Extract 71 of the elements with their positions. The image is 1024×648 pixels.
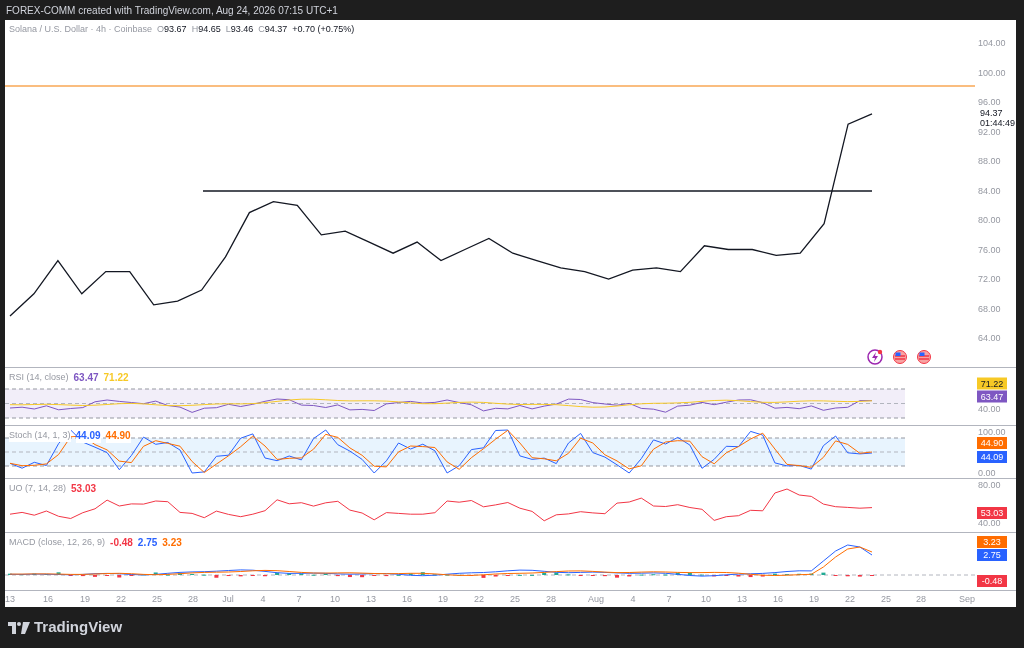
indicator-value: 44.09 <box>75 428 101 443</box>
axis-label: 19 <box>438 594 448 604</box>
axis-label: 7 <box>666 594 672 604</box>
ohlc-value: H94.65 <box>191 23 221 36</box>
axis-label: 13 <box>5 594 15 604</box>
axis-label: 40.00 <box>978 404 1001 414</box>
axis-label: 92.00 <box>978 126 1001 137</box>
axis-label: 10 <box>330 594 340 604</box>
axis-label: 16 <box>773 594 783 604</box>
axis-label: 25 <box>152 594 162 604</box>
axis-label: 28 <box>188 594 198 604</box>
axis-label: 72.00 <box>978 274 1001 284</box>
axis-label: 25 <box>510 594 520 604</box>
axis-label: 40.00 <box>978 518 1001 528</box>
axis-label: Aug <box>588 594 604 604</box>
indicator-value: 44.90 <box>105 428 131 443</box>
axis-label: 100.00 <box>978 67 1006 78</box>
attribution-text: FOREX-COMM created with TradingView.com, Aug 24, 2026 07:15 UTC+1 <box>6 3 338 18</box>
axis-label: 0.00 <box>978 468 996 478</box>
axis-label: 22 <box>845 594 855 604</box>
value-badge: 3.23 <box>977 536 1007 548</box>
ohlc-value: L93.46 <box>225 23 254 36</box>
axis-label: 22 <box>116 594 126 604</box>
indicator-title: RSI (14, close) <box>9 370 69 385</box>
flag-icon[interactable] <box>917 350 931 364</box>
value-badge: 44.09 <box>977 451 1007 463</box>
axis-label: 7 <box>296 594 302 604</box>
value-badge: -0.48 <box>977 575 1007 587</box>
value-badge: 53.03 <box>977 507 1007 519</box>
axis-label: 68.00 <box>978 303 1001 314</box>
price-change: +0.70 (+0.75%) <box>292 23 355 36</box>
countdown-label: 01:44:49 <box>980 118 1016 128</box>
brand-name: TradingView <box>34 617 123 638</box>
logo-icon <box>8 621 30 634</box>
symbol-title: Solana / U.S. Dollar · 4h · Coinbase <box>9 23 153 36</box>
value-badge: 44.90 <box>977 437 1007 449</box>
axis-label: 28 <box>546 594 556 604</box>
last-price-label: 94.37 <box>980 108 1004 118</box>
axis-label: 16 <box>402 594 412 604</box>
axis-label: 96.00 <box>978 97 1001 107</box>
axis-label: 76.00 <box>978 244 1001 255</box>
axis-label: 28 <box>916 594 926 604</box>
value-badge: 63.47 <box>977 390 1007 403</box>
lightning-icon[interactable] <box>867 349 883 365</box>
axis-label: Sep <box>959 594 975 604</box>
ohlc-value: C94.37 <box>258 23 288 36</box>
axis-label: 10 <box>701 594 711 604</box>
axis-label: 4 <box>260 594 266 604</box>
axis-label: 84.00 <box>978 185 1001 196</box>
axis-label: 100.00 <box>978 427 1006 437</box>
axis-label: 22 <box>474 594 484 604</box>
value-badge: 2.75 <box>977 549 1007 561</box>
indicator-title: MACD (close, 12, 26, 9) <box>9 535 106 550</box>
axis-label: 19 <box>80 594 90 604</box>
axis-label: 25 <box>881 594 891 604</box>
indicator-title: Stoch (14, 1, 3) <box>9 428 71 443</box>
axis-label: 88.00 <box>978 156 1001 166</box>
axis-label: Jul <box>222 594 234 604</box>
axis-label: 13 <box>366 594 376 604</box>
axis-label: 19 <box>809 594 819 604</box>
value-badge: 71.22 <box>977 377 1007 390</box>
flag-icon[interactable] <box>893 350 907 364</box>
ohlc-value: O93.67 <box>157 23 187 36</box>
axis-label: 80.00 <box>978 215 1001 225</box>
axis-label: 16 <box>43 594 53 604</box>
axis-label: 80.00 <box>978 480 1001 490</box>
axis-label: 104.00 <box>978 38 1006 48</box>
axis-label: 64.00 <box>978 333 1001 343</box>
axis-label: 13 <box>737 594 747 604</box>
axis-label: 4 <box>630 594 636 604</box>
indicator-title: UO (7, 14, 28) <box>9 481 67 496</box>
